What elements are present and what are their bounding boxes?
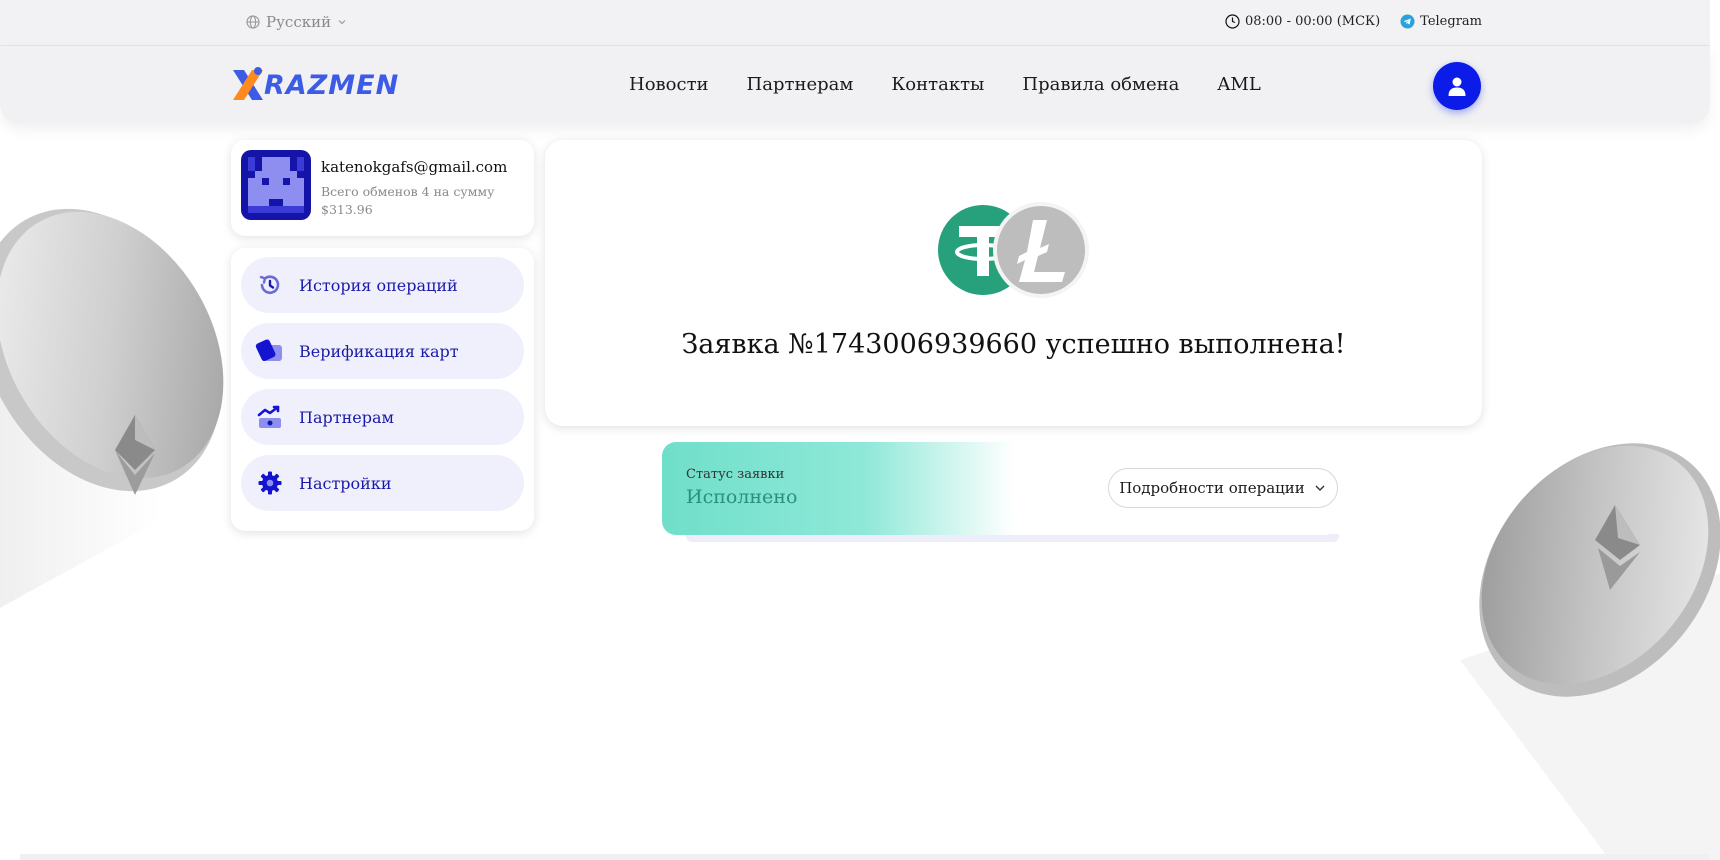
globe-icon (246, 15, 260, 29)
cards-icon (255, 339, 282, 362)
menu-item-label: Верификация карт (299, 341, 459, 361)
menu-item-label: Настройки (299, 473, 392, 493)
user-account-button[interactable] (1433, 62, 1481, 110)
status-label: Статус заявки (686, 467, 785, 482)
main-navigation: Новости Партнерам Контакты Правила обмен… (629, 74, 1261, 95)
partners-icon (257, 405, 281, 428)
footer-edge (20, 854, 1710, 860)
user-icon (1448, 77, 1466, 96)
menu-item-card-verification[interactable]: Верификация карт (241, 323, 524, 379)
menu-item-settings[interactable]: Настройки (241, 455, 524, 511)
menu-item-history[interactable]: История операций (241, 257, 524, 313)
language-label: Русский (266, 13, 332, 31)
language-selector[interactable]: Русский (246, 13, 347, 31)
status-value: Исполнено (686, 486, 798, 508)
order-result-card: Заявка №1743006939660 успешно выполнена! (545, 140, 1482, 426)
nav-partners[interactable]: Партнерам (747, 74, 854, 95)
logo[interactable]: RAZMEN (230, 66, 399, 104)
exchange-summary: Всего обменов 4 на сумму $313.96 (321, 184, 495, 217)
menu-item-partners[interactable]: Партнерам (241, 389, 524, 445)
logo-text: RAZMEN (264, 69, 400, 101)
chevron-down-icon (338, 20, 346, 25)
nav-aml[interactable]: AML (1217, 74, 1260, 95)
telegram-link[interactable]: Telegram (1400, 14, 1482, 29)
logo-x-icon (233, 67, 263, 100)
order-success-title: Заявка №1743006939660 успешно выполнена! (681, 329, 1346, 360)
decorative-ethereum-coin-right (1460, 443, 1720, 860)
decorative-ethereum-coin-left (0, 208, 224, 608)
status-panel-underline (686, 534, 1339, 542)
menu-item-label: История операций (299, 275, 458, 295)
nav-contacts[interactable]: Контакты (891, 74, 984, 95)
top-bar: Русский 08:00 - 00:00 (МСК) Telegram (0, 0, 1710, 46)
status-bar: Статус заявки Исполнено Подробности опер… (662, 442, 1339, 535)
litecoin-icon (993, 202, 1089, 298)
operation-details-button[interactable]: Подробности операции (1108, 468, 1338, 508)
main-header: RAZMEN Новости Партнерам Контакты Правил… (0, 46, 1710, 124)
avatar (241, 150, 311, 220)
working-hours-text: 08:00 - 00:00 (МСК) (1244, 14, 1381, 29)
account-menu: История операций Верификация карт Партне… (231, 248, 534, 531)
order-status-panel: Статус заявки Исполнено Подробности опер… (662, 442, 1339, 544)
history-icon (259, 275, 280, 294)
chevron-down-icon (1315, 485, 1325, 491)
working-hours: 08:00 - 00:00 (МСК) (1225, 14, 1380, 29)
nav-news[interactable]: Новости (629, 74, 709, 95)
profile-email: katenokgafs@gmail.com (321, 158, 508, 176)
exchange-pair (933, 200, 1093, 300)
clock-icon (1225, 14, 1240, 29)
settings-icon (258, 471, 282, 495)
operation-details-label: Подробности операции (1119, 479, 1305, 497)
profile-card: katenokgafs@gmail.com Всего обменов 4 на… (231, 140, 534, 236)
telegram-icon (1400, 14, 1415, 29)
menu-item-label: Партнерам (299, 407, 394, 427)
nav-exchange-rules[interactable]: Правила обмена (1022, 74, 1179, 95)
telegram-label: Telegram (1420, 14, 1482, 29)
